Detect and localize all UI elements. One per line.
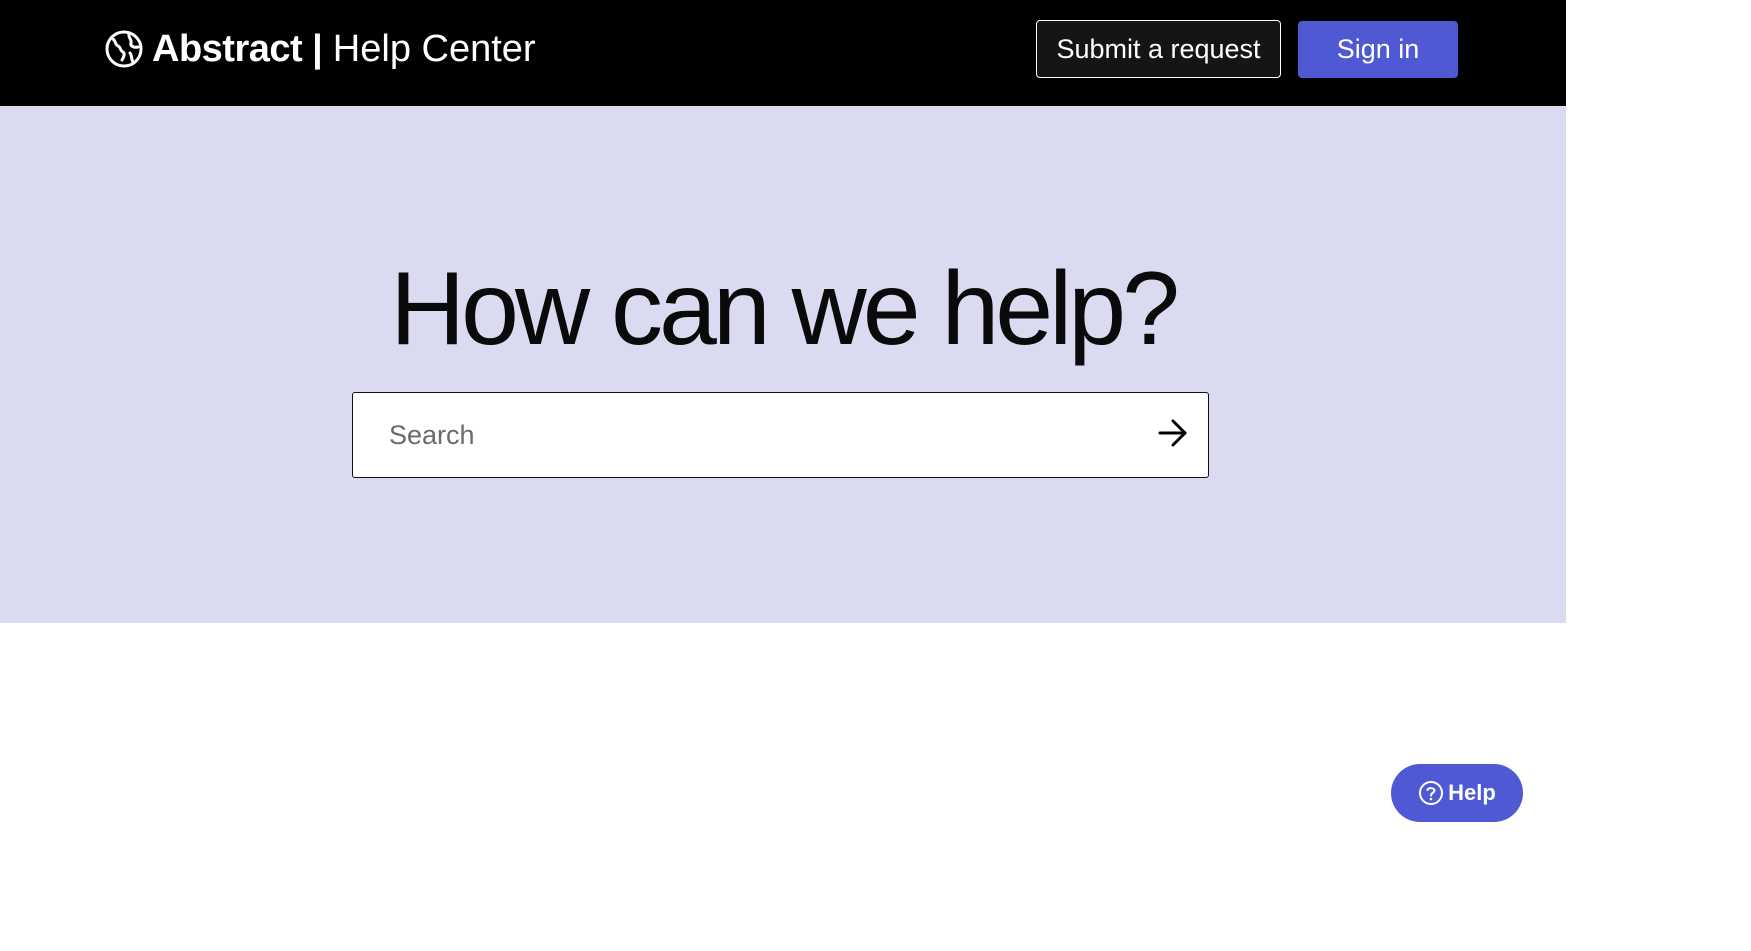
brand-separator: |: [312, 27, 323, 70]
help-widget-label: Help: [1448, 780, 1496, 805]
arrow-right-icon: [1156, 416, 1190, 455]
brand-name: Abstract: [152, 27, 303, 70]
search-input[interactable]: [353, 393, 1133, 477]
brand-subtitle: Help Center: [332, 27, 536, 70]
search-submit-button[interactable]: [1152, 414, 1194, 456]
page-gutter: [1566, 0, 1751, 951]
sign-in-button[interactable]: Sign in: [1298, 21, 1458, 78]
search-form: [352, 392, 1209, 478]
brand-home-link[interactable]: Abstract | Help Center: [104, 26, 536, 72]
hero-section: How can we help?: [0, 106, 1566, 623]
help-widget-button[interactable]: Help: [1391, 764, 1523, 822]
site-header: Abstract | Help Center Submit a request …: [0, 0, 1566, 106]
globe-icon: [104, 29, 144, 69]
question-circle-icon: [1418, 780, 1444, 806]
submit-request-button[interactable]: Submit a request: [1036, 20, 1281, 78]
hero-title: How can we help?: [390, 251, 1180, 367]
